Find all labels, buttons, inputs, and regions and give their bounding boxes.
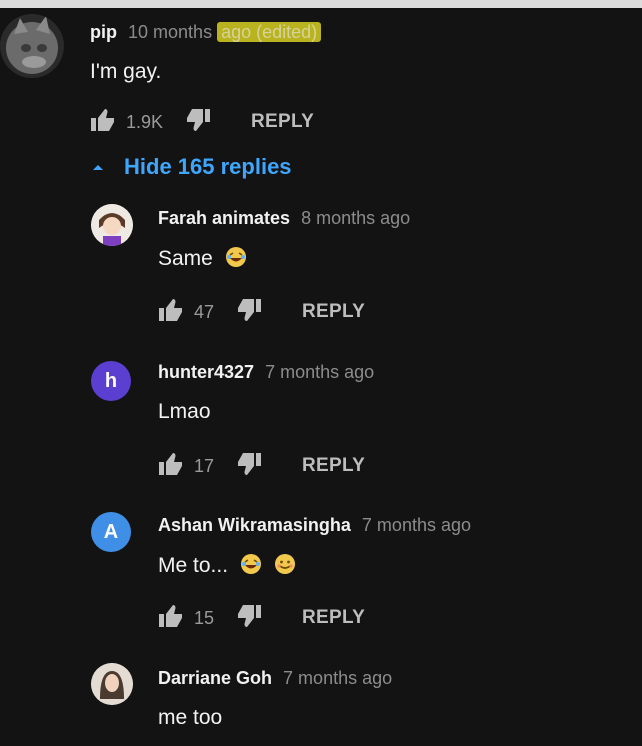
reply-author[interactable]: Darriane Goh	[158, 668, 272, 688]
avatar-letter: h	[104, 369, 118, 392]
reply-text: Me to...	[158, 553, 296, 581]
thumbs-down-icon[interactable]	[236, 298, 262, 327]
reply-time[interactable]: 7 months ago	[265, 362, 374, 382]
thumbs-down-icon[interactable]	[236, 604, 262, 633]
reply-author[interactable]: hunter4327	[158, 362, 254, 382]
reply-time[interactable]: 8 months ago	[301, 208, 410, 228]
top-edge	[0, 0, 642, 8]
letter-avatar[interactable]: A	[91, 512, 131, 552]
reply-text-content: Me to...	[158, 554, 229, 577]
laughing-emoji-icon	[225, 246, 247, 274]
reply-author[interactable]: Farah animates	[158, 208, 290, 228]
reply-time[interactable]: 7 months ago	[362, 515, 471, 535]
laughing-emoji-icon	[240, 553, 262, 581]
reply-button[interactable]: REPLY	[302, 455, 365, 477]
avatar-letter: A	[103, 520, 119, 543]
reply-button[interactable]: REPLY	[302, 607, 365, 629]
thumbs-up-icon[interactable]	[158, 452, 184, 481]
comment-time[interactable]: 10 months	[128, 22, 212, 42]
thumbs-up-icon[interactable]	[90, 108, 116, 137]
reply-text-content: Same	[158, 247, 213, 270]
photo-avatar[interactable]	[91, 663, 133, 705]
hide-replies-label: Hide 165 replies	[124, 154, 292, 179]
comment-time-highlighted: ago (edited)	[217, 22, 322, 42]
thumbs-up-icon[interactable]	[158, 604, 184, 633]
comment-text: I'm gay.	[90, 60, 162, 83]
reply-text: Lmao	[158, 400, 211, 423]
like-count: 1.9K	[126, 111, 164, 132]
reply-button[interactable]: REPLY	[251, 111, 314, 133]
thumbs-down-icon[interactable]	[236, 452, 262, 481]
reply-button[interactable]: REPLY	[302, 301, 365, 323]
thumbs-down-icon[interactable]	[185, 108, 211, 137]
letter-avatar[interactable]: h	[91, 361, 131, 401]
reply-author[interactable]: Ashan Wikramasingha	[158, 515, 351, 535]
like-count: 47	[194, 301, 215, 322]
hide-replies-toggle[interactable]: Hide 165 replies	[92, 154, 292, 180]
cartoon-avatar[interactable]	[91, 204, 133, 246]
blurred-cat-avatar[interactable]	[0, 14, 64, 78]
comment-author[interactable]: pip	[90, 22, 117, 42]
reply-text: Same	[158, 246, 247, 274]
smiling-emoji-icon	[274, 553, 296, 581]
like-count: 15	[194, 607, 215, 628]
reply-text: me too	[158, 706, 223, 729]
thumbs-up-icon[interactable]	[158, 298, 184, 327]
reply-time[interactable]: 7 months ago	[283, 668, 392, 688]
like-count: 17	[194, 455, 215, 476]
chevron-up-icon	[92, 158, 104, 176]
